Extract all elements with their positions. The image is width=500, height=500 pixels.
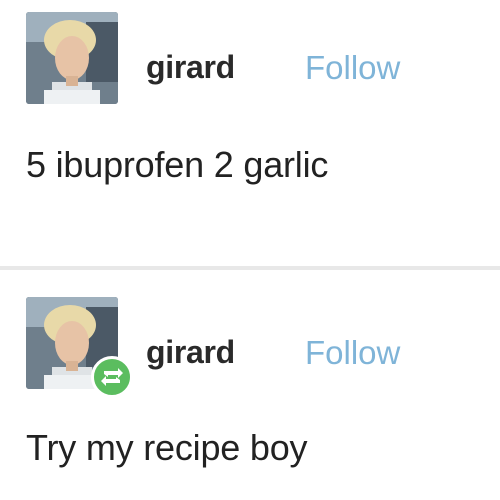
username[interactable]: girard <box>146 334 235 371</box>
user-avatar-icon[interactable] <box>26 12 118 104</box>
post: girard Follow Try my recipe boy <box>0 270 500 500</box>
post-text: 5 ibuprofen 2 garlic <box>26 144 329 185</box>
follow-button[interactable]: Follow <box>305 334 400 372</box>
follow-button[interactable]: Follow <box>305 49 400 87</box>
post-text: Try my recipe boy <box>26 427 308 468</box>
username[interactable]: girard <box>146 49 235 86</box>
reblog-icon <box>91 356 133 398</box>
post: girard Follow 5 ibuprofen 2 garlic <box>0 0 500 268</box>
